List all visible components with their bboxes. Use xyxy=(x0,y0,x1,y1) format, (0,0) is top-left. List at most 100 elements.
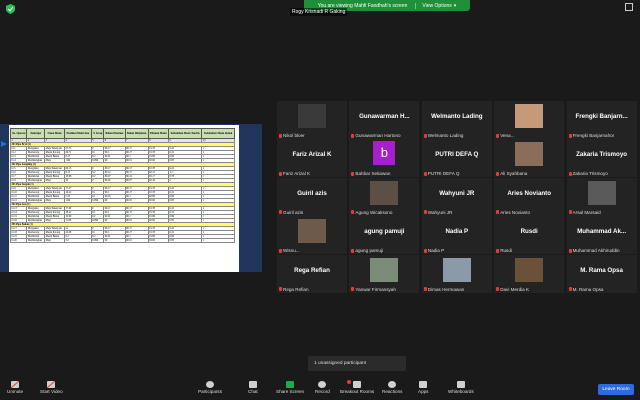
participant-tile[interactable]: Yanwar Firmansyah xyxy=(349,254,420,293)
microphone-muted-icon xyxy=(568,133,572,138)
microphone-muted-icon xyxy=(11,381,20,388)
table-cell: 92.82 xyxy=(147,238,169,243)
table-header-cell: Nama Mesin xyxy=(44,128,65,139)
participant-tile[interactable]: Vena... xyxy=(494,101,565,139)
participant-display-name: agung pamuji xyxy=(364,228,405,236)
participant-tile[interactable]: PUTRI DEFA Q PUTRI DEFA Q xyxy=(421,139,492,178)
chat-button[interactable]: Chat xyxy=(248,381,258,394)
participant-name: Nadia P xyxy=(427,248,445,254)
participant-name: agung pamuji xyxy=(355,248,383,254)
microphone-muted-icon xyxy=(423,248,427,253)
chat-icon xyxy=(248,381,257,388)
participant-name-label: Agung Wicaksono xyxy=(351,210,392,215)
participant-name: Yanwar Firmansyah xyxy=(355,286,396,292)
participant-tile[interactable]: Rusdi Rusdi xyxy=(494,216,565,255)
participant-avatar: b xyxy=(373,141,396,166)
participant-video xyxy=(515,104,544,128)
microphone-muted-icon xyxy=(279,210,282,215)
participant-tile[interactable]: Muhammad Ak... Muhammad Akhiruddin xyxy=(566,216,637,255)
table-header-cell: % Scrap xyxy=(90,128,105,139)
participant-tile[interactable]: Aries Novianto Aries Novianto xyxy=(494,177,565,216)
table-cell: 90.01 xyxy=(124,238,149,243)
participant-tile[interactable]: Wahyuni JR Wahyuni JR xyxy=(421,177,492,216)
participant-name-label: Dimas Hermawan xyxy=(423,287,464,292)
table-cell: Membungkus xyxy=(26,238,46,243)
participant-name-label: Davi Merdia K xyxy=(496,287,529,292)
leave-room-button[interactable]: Leave Room xyxy=(598,384,634,395)
participant-tile[interactable]: Welmanto Lading Welmanto Lading xyxy=(421,101,492,139)
participant-display-name: Nadia P xyxy=(445,228,469,236)
participant-tile[interactable]: Dimas Hermawan xyxy=(421,254,492,293)
participant-name: Vena... xyxy=(500,133,515,138)
participant-tile[interactable]: Rega Refian Rega Refian xyxy=(277,254,347,293)
participant-name-label: Vena... xyxy=(496,133,515,138)
record-label: Record xyxy=(315,389,330,394)
participant-tile[interactable]: Wisnu... xyxy=(277,216,347,255)
participant-name: Welmanto Lading xyxy=(427,133,464,138)
table-header-cell: No. Operasi xyxy=(9,128,28,139)
microphone-muted-icon xyxy=(568,171,572,176)
participant-video xyxy=(370,180,399,205)
participant-tile[interactable]: agung pamuji agung pamuji xyxy=(349,216,420,255)
table-header-cell: Bahan Dirijektan xyxy=(124,128,149,139)
table-cell: 0.096 xyxy=(90,238,105,243)
participant-display-name: Zakaria Trismoyo xyxy=(576,151,628,159)
participant-name: Guiril azis xyxy=(283,209,304,215)
security-shield-icon[interactable] xyxy=(6,4,15,14)
participant-tile[interactable]: Davi Merdia K xyxy=(494,254,565,293)
table-cell: Meja xyxy=(44,238,65,243)
record-button[interactable]: Record xyxy=(315,381,330,394)
unmute-label: Unmute xyxy=(7,389,24,394)
table-cell: O-20 xyxy=(9,238,28,243)
participant-tile[interactable]: Zakaria Trismoyo Zakaria Trismoyo xyxy=(566,139,637,178)
participant-display-name: Rusdi xyxy=(520,228,538,236)
participant-display-name: Muhammad Ak... xyxy=(577,228,627,236)
participant-name: PUTRI DEFA Q xyxy=(427,171,460,177)
apps-button[interactable]: Apps xyxy=(418,381,428,394)
participant-tile[interactable]: b Bahbar Setiawan xyxy=(349,139,420,178)
participant-tile[interactable]: Agung Wicaksono xyxy=(349,177,420,216)
participant-name: Zakaria Trismoyo xyxy=(572,171,608,177)
participant-tile[interactable]: Fariz Arizal K Fariz Arizal K xyxy=(277,139,347,178)
participant-tile[interactable]: Arsal Marsaid xyxy=(566,177,637,216)
participant-name-label: Yanwar Firmansyah xyxy=(351,287,396,292)
microphone-muted-icon xyxy=(568,287,572,292)
participant-name-label: PUTRI DEFA Q xyxy=(423,171,460,177)
microphone-muted-icon xyxy=(423,210,427,215)
participant-tile[interactable]: Frengki Banjarn... Frengki Banjarnahor xyxy=(566,101,637,139)
participant-video xyxy=(515,257,544,282)
whiteboards-button[interactable]: Whiteboards xyxy=(448,381,474,394)
start-video-button[interactable]: Start Video xyxy=(40,381,63,394)
unmute-button[interactable]: Unmute xyxy=(7,381,23,394)
table-cell: 1 xyxy=(201,238,235,243)
table-cell: 90 xyxy=(103,238,126,243)
breakout-rooms-button[interactable]: Breakout Rooms xyxy=(340,380,374,394)
participant-name: Nikol bloer xyxy=(283,133,305,138)
active-speaker-label: Rogy Krisnadi R Gaking xyxy=(290,8,348,16)
participant-name: Muhammad Akhiruddin xyxy=(572,248,620,254)
reactions-button[interactable]: Reactions xyxy=(382,381,402,394)
participant-name-label: Gunawarman Hartono xyxy=(351,133,401,138)
participant-video xyxy=(515,142,544,167)
participant-name: Arsal Marsaid xyxy=(572,209,601,215)
share-screen-button[interactable]: Share Screen xyxy=(276,381,304,394)
fullscreen-icon[interactable] xyxy=(625,3,633,11)
meeting-toolbar: Unmute Start Video 56 Participants Chat … xyxy=(0,380,640,400)
unassigned-participant-notice[interactable]: 1 unassigned participant xyxy=(308,356,406,371)
participant-tile[interactable]: Nikol bloer xyxy=(277,101,347,139)
participant-tile[interactable]: M. Rama Opsa M. Rama Opsa xyxy=(566,254,637,293)
table-header-cell: Efisiensi Mesin xyxy=(147,128,169,139)
table-row: O-20 Membungkus Meja 3.2 0.096 90 90.01 92.82 0.… xyxy=(9,238,235,243)
share-screen-icon xyxy=(286,381,295,388)
participants-button[interactable]: 56 Participants xyxy=(198,381,222,394)
participant-tile[interactable]: Guiril azis Guiril azis xyxy=(277,177,347,216)
participant-tile[interactable]: Ali Syahbana xyxy=(494,139,565,178)
participant-tile[interactable]: Nadia P Nadia P xyxy=(421,216,492,255)
record-icon xyxy=(318,381,327,388)
microphone-muted-icon xyxy=(351,210,355,215)
microphone-muted-icon xyxy=(496,287,500,292)
view-options-button[interactable]: View Options ▾ xyxy=(415,2,456,9)
participant-name-label: M. Rama Opsa xyxy=(568,287,603,292)
share-screen-label: Share Screen xyxy=(276,389,305,394)
participant-tile[interactable]: Gunawarman H... Gunawarman Hartono xyxy=(349,101,420,139)
